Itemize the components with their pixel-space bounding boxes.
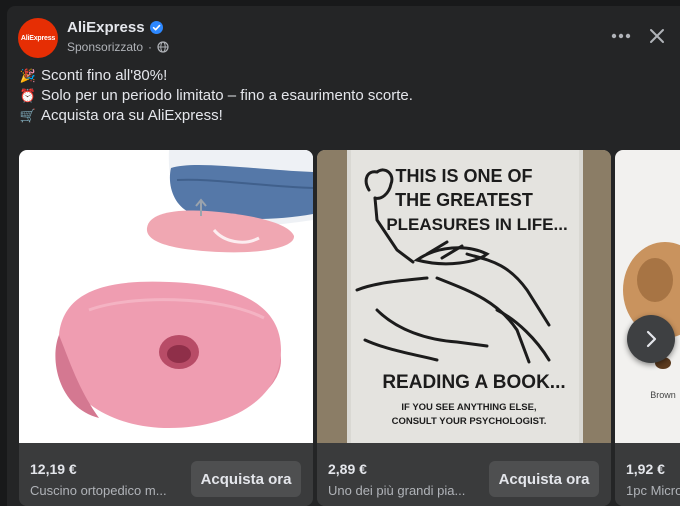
product-title[interactable]: Uno dei più grandi pia... — [328, 483, 478, 498]
page-name-row: AliExpress — [67, 19, 163, 36]
post-line-text: Solo per un periodo limitato – fino a es… — [41, 87, 413, 104]
more-dots-icon — [611, 33, 631, 39]
more-options-button[interactable] — [607, 22, 635, 50]
sign-line-5: IF YOU SEE ANYTHING ELSE, — [401, 402, 536, 413]
shop-now-button[interactable]: Acquista ora — [489, 461, 599, 497]
card-footer: 1,92 € 1pc Micro — [615, 443, 680, 506]
card-footer: 12,19 € Cuscino ortopedico m... Acquista… — [19, 443, 313, 506]
product-price: 1,92 € — [626, 461, 665, 477]
product-price: 12,19 € — [30, 461, 77, 477]
variant-label: Brown — [650, 390, 676, 400]
verified-badge-icon — [149, 21, 163, 34]
post-line: ⏰ Solo per un periodo limitato – fino a … — [19, 86, 413, 106]
post-line-text: Acquista ora su AliExpress! — [41, 107, 223, 124]
sponsored-post: AliExpress AliExpress Sponsorizzato · 🎉 … — [7, 6, 680, 506]
post-line-text: Sconti fino all'80%! — [41, 67, 168, 84]
page-avatar[interactable]: AliExpress — [18, 18, 58, 58]
carousel-next-button[interactable] — [627, 315, 675, 363]
sign-line-1: THIS IS ONE OF — [395, 166, 532, 186]
product-card[interactable]: 12,19 € Cuscino ortopedico m... Acquista… — [19, 150, 313, 506]
post-line: 🛒 Acquista ora su AliExpress! — [19, 106, 413, 126]
shopping-cart-icon: 🛒 — [19, 108, 37, 123]
post-message: 🎉 Sconti fino all'80%! ⏰ Solo per un per… — [19, 66, 413, 126]
avatar-logo-text: AliExpress — [20, 34, 56, 42]
product-title[interactable]: Cuscino ortopedico m... — [30, 483, 180, 498]
close-icon — [650, 29, 664, 43]
product-image-cushion[interactable] — [19, 150, 313, 443]
sign-line-4: READING A BOOK... — [382, 372, 565, 393]
alarm-clock-icon: ⏰ — [19, 88, 37, 103]
product-card[interactable]: THIS IS ONE OF THE GREATEST PLEASURES IN… — [317, 150, 611, 506]
chevron-right-icon — [646, 330, 657, 348]
globe-icon[interactable] — [157, 41, 169, 53]
close-button[interactable] — [643, 22, 671, 50]
product-price: 2,89 € — [328, 461, 367, 477]
sign-line-2: THE GREATEST — [395, 190, 533, 210]
product-image-sign[interactable]: THIS IS ONE OF THE GREATEST PLEASURES IN… — [317, 150, 611, 443]
product-image-micro[interactable]: Brown — [615, 150, 680, 443]
card-footer: 2,89 € Uno dei più grandi pia... Acquist… — [317, 443, 611, 506]
sponsored-label[interactable]: Sponsorizzato — [67, 40, 143, 54]
meta-separator: · — [148, 40, 153, 54]
product-carousel: 12,19 € Cuscino ortopedico m... Acquista… — [19, 150, 680, 506]
post-meta-row: Sponsorizzato · — [67, 40, 169, 54]
sign-line-6: CONSULT YOUR PSYCHOLOGIST. — [392, 416, 547, 427]
shop-now-button[interactable]: Acquista ora — [191, 461, 301, 497]
product-title[interactable]: 1pc Micro — [626, 483, 680, 498]
post-line: 🎉 Sconti fino all'80%! — [19, 66, 413, 86]
party-popper-icon: 🎉 — [19, 68, 37, 83]
sign-line-3: PLEASURES IN LIFE... — [386, 215, 567, 234]
page-name-link[interactable]: AliExpress — [67, 19, 145, 36]
